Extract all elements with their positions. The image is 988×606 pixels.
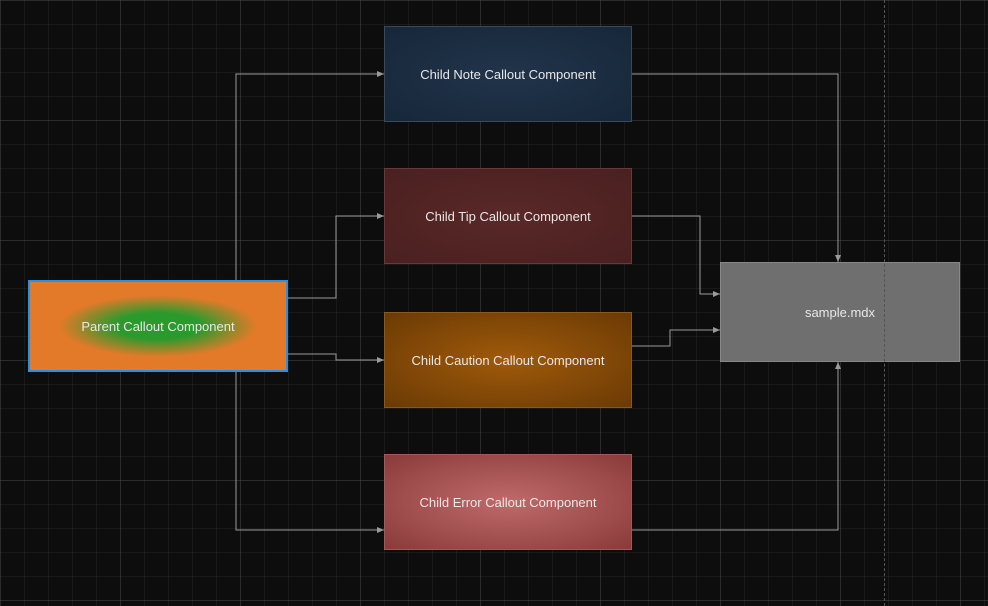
node-child-error[interactable]: Child Error Callout Component [384,454,632,550]
vertical-divider [884,0,885,606]
node-label: Child Error Callout Component [419,495,596,510]
node-child-note[interactable]: Child Note Callout Component [384,26,632,122]
node-parent-callout[interactable]: Parent Callout Component [28,280,288,372]
node-sample-mdx[interactable]: sample.mdx [720,262,960,362]
node-label: sample.mdx [805,305,875,320]
node-child-caution[interactable]: Child Caution Callout Component [384,312,632,408]
node-label: Child Caution Callout Component [412,353,605,368]
node-label: Child Note Callout Component [420,67,596,82]
diagram-canvas[interactable]: Parent Callout Component Child Note Call… [0,0,988,606]
node-label: Child Tip Callout Component [425,209,590,224]
node-label: Parent Callout Component [81,319,234,334]
node-child-tip[interactable]: Child Tip Callout Component [384,168,632,264]
